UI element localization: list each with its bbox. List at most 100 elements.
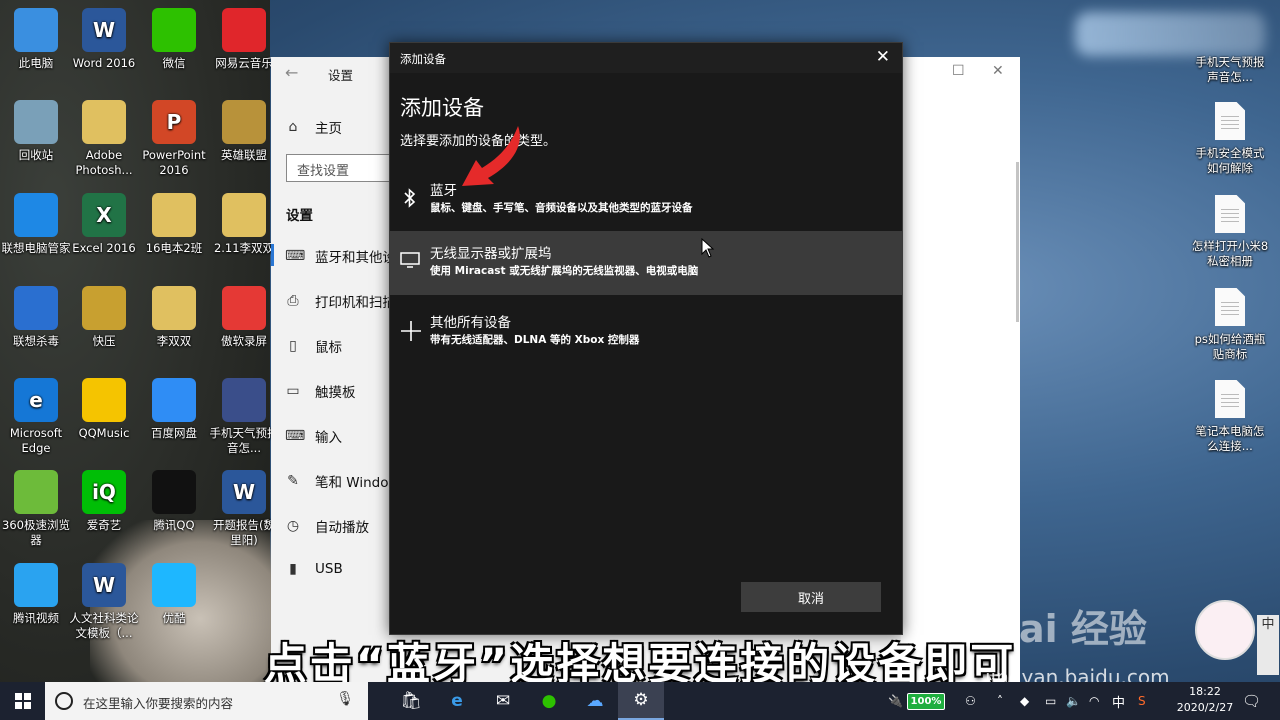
- cortana-icon: [55, 692, 73, 710]
- desktop-icon[interactable]: iQ 爱奇艺: [68, 470, 140, 533]
- dialog-titlebar: 添加设备 ✕: [390, 43, 902, 73]
- settings-nav-label: 自动播放: [315, 520, 369, 536]
- desktop-icon[interactable]: 快压: [68, 286, 140, 349]
- desktop-icon-label: 李双双: [156, 334, 192, 348]
- microphone-icon[interactable]: 🎙: [336, 691, 354, 707]
- desktop-icon[interactable]: 傲软录屏: [208, 286, 280, 349]
- option-wireless-display-desc: 使用 Miracast 或无线扩展坞的无线监视器、电视或电脑: [430, 265, 699, 277]
- desktop-app-icon: [14, 470, 58, 514]
- taskbar-settings-icon[interactable]: ⚙: [618, 682, 664, 720]
- option-other-devices-desc: 带有无线适配器、DLNA 等的 Xbox 控制器: [430, 334, 640, 346]
- sogou-ime-icon[interactable]: S: [1138, 682, 1146, 720]
- mouse-cursor-icon: [701, 238, 715, 258]
- desktop-icon[interactable]: 百度网盘: [138, 378, 210, 441]
- desktop-icon[interactable]: P PowerPoint 2016: [138, 100, 210, 178]
- desktop-icon-label: 回收站: [18, 148, 54, 162]
- settings-nav-item[interactable]: ◷ 自动播放: [285, 516, 369, 536]
- desktop-icon[interactable]: 腾讯QQ: [138, 470, 210, 533]
- desktop-app-icon: [82, 378, 126, 422]
- settings-nav-item[interactable]: ▯ 鼠标: [285, 336, 342, 356]
- desktop-document-icon[interactable]: 笔记本电脑怎么连接...: [1190, 380, 1270, 454]
- taskbar-store-icon[interactable]: 🛍: [388, 682, 434, 720]
- desktop-app-icon: W: [82, 563, 126, 607]
- bluetooth-icon: [400, 188, 420, 213]
- desktop-icon[interactable]: e Microsoft Edge: [0, 378, 72, 456]
- desktop-icon-label: 爱奇艺: [86, 518, 122, 532]
- settings-home-link[interactable]: ⌂ 主页: [285, 117, 342, 137]
- desktop-icon[interactable]: 微信: [138, 8, 210, 71]
- desktop-app-icon: [222, 193, 266, 237]
- maximize-icon[interactable]: ☐: [952, 63, 965, 79]
- dialog-close-icon[interactable]: ✕: [876, 47, 890, 67]
- taskbar-edge-icon[interactable]: e: [434, 682, 480, 720]
- desktop-icon-label: 腾讯视频: [13, 611, 59, 625]
- desktop-icon[interactable]: 联想电脑管家: [0, 193, 72, 256]
- settings-scrollbar[interactable]: [1016, 162, 1019, 322]
- desktop-icon[interactable]: 回收站: [0, 100, 72, 163]
- desktop-icon[interactable]: W Word 2016: [68, 8, 140, 71]
- desktop-document-icon[interactable]: 怎样打开小米8私密相册: [1190, 195, 1270, 269]
- desktop-icon[interactable]: 李双双: [138, 286, 210, 349]
- desktop-document-label: 笔记本电脑怎么连接...: [1195, 424, 1265, 453]
- settings-content-pane: [901, 57, 1020, 685]
- desktop-icon[interactable]: 联想杀毒: [0, 286, 72, 349]
- desktop-icon[interactable]: X Excel 2016: [68, 193, 140, 256]
- document-file-icon: [1215, 102, 1245, 140]
- taskbar-baidunetdisk-icon[interactable]: ☁: [572, 682, 618, 720]
- ime-indicator[interactable]: 中: [1112, 682, 1125, 720]
- settings-search-placeholder: 查找设置: [297, 164, 350, 179]
- desktop-icon[interactable]: 手机天气预报音怎...: [208, 378, 280, 456]
- settings-nav-item[interactable]: ▭ 触摸板: [285, 381, 355, 401]
- clock-time: 18:22: [1189, 685, 1221, 698]
- desktop-app-icon: [152, 8, 196, 52]
- network-icon[interactable]: ▭: [1045, 682, 1056, 720]
- document-file-icon: [1215, 380, 1245, 418]
- usb-icon: ▮: [289, 561, 297, 577]
- desktop-icon-label: 此电脑: [18, 56, 54, 70]
- desktop-icon-label: 腾讯QQ: [153, 518, 195, 532]
- notification-center-icon[interactable]: 🗨: [1242, 682, 1261, 720]
- desktop-icon[interactable]: 网易云音乐: [208, 8, 280, 71]
- desktop-icon[interactable]: 优酷: [138, 563, 210, 626]
- desktop-icon[interactable]: 2.11李双双: [208, 193, 280, 256]
- taskbar-clock[interactable]: 18:22 2020/2/27: [1170, 684, 1240, 716]
- cancel-button[interactable]: 取消: [741, 582, 881, 612]
- desktop-document-label: 手机安全模式如何解除: [1195, 146, 1265, 175]
- battery-indicator[interactable]: 100%: [907, 693, 945, 710]
- desktop-icon[interactable]: 16电本2班: [138, 193, 210, 256]
- desktop-icon[interactable]: 腾讯视频: [0, 563, 72, 626]
- option-other-devices[interactable]: 其他所有设备 带有无线适配器、DLNA 等的 Xbox 控制器: [390, 300, 902, 364]
- desktop-icon[interactable]: 英雄联盟: [208, 100, 280, 163]
- settings-nav-item[interactable]: ▮ USB: [285, 561, 343, 577]
- desktop-app-icon: [82, 286, 126, 330]
- desktop-icon-label: 微信: [162, 56, 186, 70]
- taskbar-wechat-icon[interactable]: ●: [526, 682, 572, 720]
- power-plug-icon[interactable]: 🔌: [888, 682, 903, 720]
- desktop-document-icon[interactable]: 手机天气预报声音怎...: [1190, 55, 1270, 85]
- tray-chevron-up-icon[interactable]: ˄: [997, 682, 1003, 720]
- desktop-document-icon[interactable]: 手机安全模式如何解除: [1190, 102, 1270, 176]
- volume-icon[interactable]: 🔈: [1066, 682, 1081, 720]
- people-icon[interactable]: ⚇: [965, 682, 976, 720]
- desktop-document-icon[interactable]: ps如何给酒瓶贴商标: [1190, 288, 1270, 362]
- desktop-icon[interactable]: 360极速浏览器: [0, 470, 72, 548]
- settings-nav-item[interactable]: ⌨ 输入: [285, 426, 342, 446]
- desktop-icon-label: 360极速浏览器: [2, 518, 70, 547]
- desktop-icon[interactable]: 此电脑: [0, 8, 72, 71]
- option-wireless-display[interactable]: 无线显示器或扩展坞 使用 Miracast 或无线扩展坞的无线监视器、电视或电脑: [390, 231, 902, 295]
- wifi-icon[interactable]: ◠: [1089, 682, 1099, 720]
- desktop-app-icon: [152, 470, 196, 514]
- tray-app-icon[interactable]: ◆: [1020, 682, 1029, 720]
- close-icon[interactable]: ✕: [992, 63, 1004, 79]
- taskbar-mail-icon[interactable]: ✉: [480, 682, 526, 720]
- desktop-icon[interactable]: W 开题报告(魏里阳): [208, 470, 280, 548]
- desktop-icon[interactable]: QQMusic: [68, 378, 140, 441]
- desktop-icon-label: 联想杀毒: [13, 334, 59, 348]
- option-other-devices-title: 其他所有设备: [430, 315, 511, 331]
- back-arrow-icon[interactable]: ←: [285, 63, 298, 82]
- start-button[interactable]: [0, 682, 45, 720]
- desktop-app-icon: [222, 378, 266, 422]
- desktop-icon-label: Microsoft Edge: [9, 426, 63, 455]
- desktop-icon[interactable]: Adobe Photosh...: [68, 100, 140, 178]
- taskbar-search-box[interactable]: 在这里输入你要搜索的内容 🎙: [45, 682, 368, 720]
